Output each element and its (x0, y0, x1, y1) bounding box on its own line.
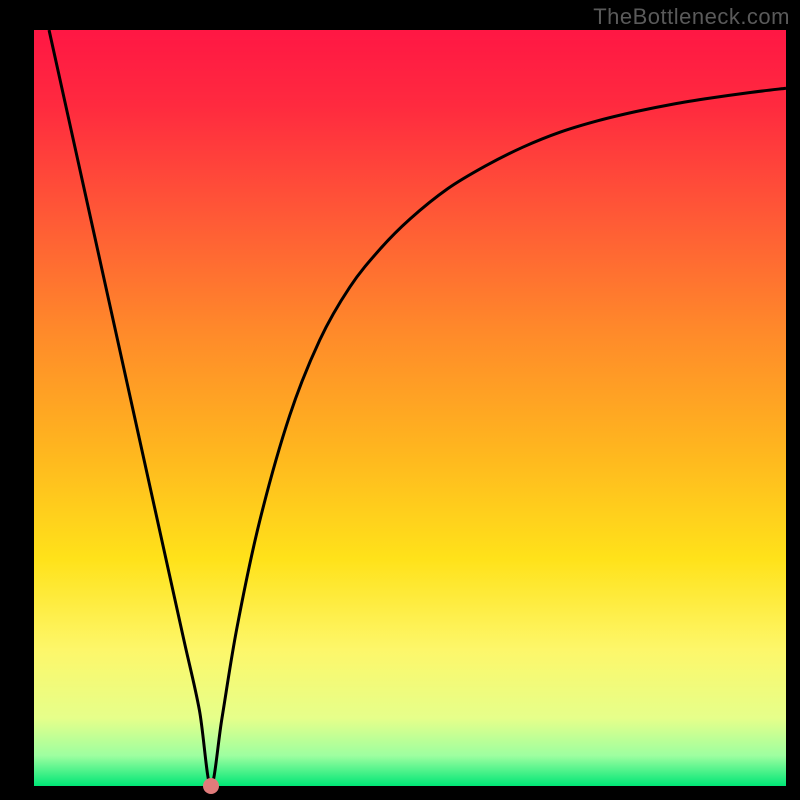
bottleneck-chart (0, 0, 800, 800)
chart-frame: TheBottleneck.com (0, 0, 800, 800)
gradient-background (34, 30, 786, 786)
optimum-marker (203, 778, 219, 794)
watermark-text: TheBottleneck.com (593, 4, 790, 30)
